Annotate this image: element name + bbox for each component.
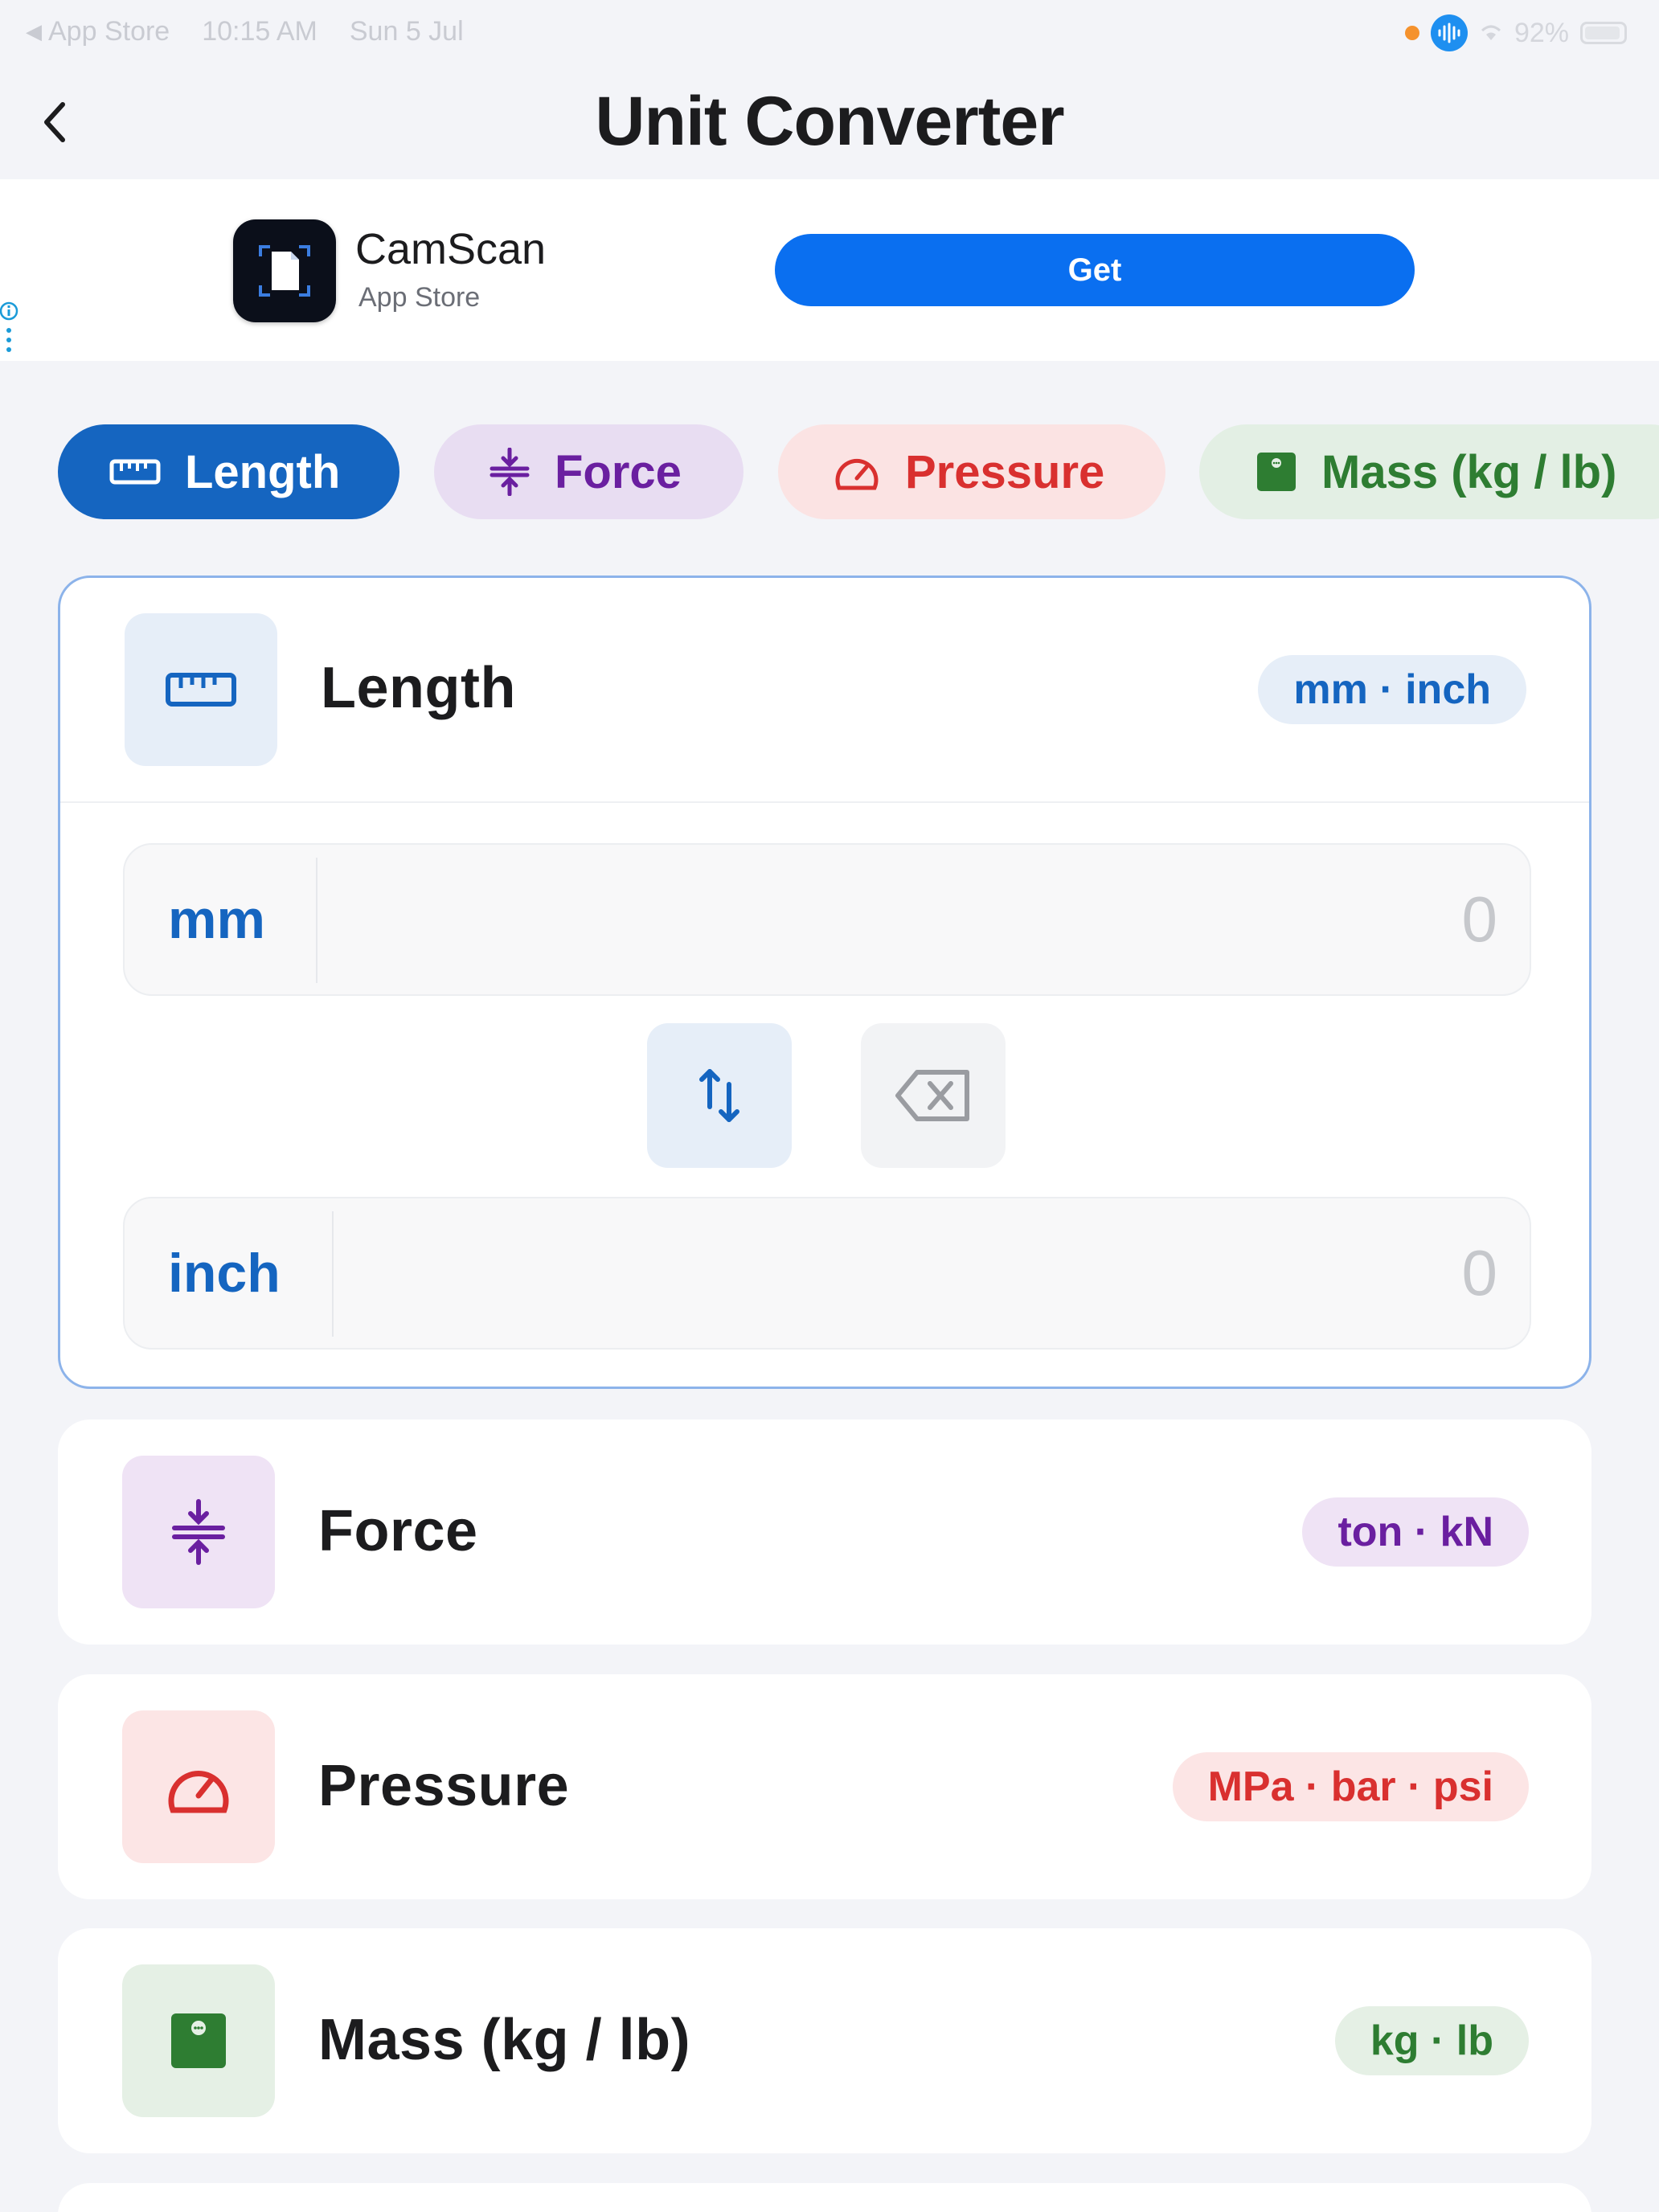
mass-card[interactable]: Mass (kg / lb) kg · lb <box>58 1928 1591 2153</box>
length-units-tag: mm · inch <box>1258 655 1526 724</box>
status-time: 10:15 AM <box>202 16 317 47</box>
inch-input[interactable] <box>372 1198 1497 1348</box>
chip-force-label: Force <box>555 445 682 498</box>
chip-length-label: Length <box>185 445 341 498</box>
ad-app-name[interactable]: CamScan <box>355 224 546 274</box>
wifi-icon <box>1479 18 1503 49</box>
backspace-icon <box>895 1070 969 1121</box>
status-left: ◀ App Store 10:15 AM Sun 5 Jul <box>26 16 464 47</box>
clear-button[interactable] <box>861 1023 1006 1168</box>
pressure-card-title: Pressure <box>318 1754 570 1818</box>
ad-banner[interactable]: CamScan App Store Get <box>0 179 1659 361</box>
gauge-icon <box>833 451 881 493</box>
mm-label: mm <box>168 889 265 950</box>
status-bar: ◀ App Store 10:15 AM Sun 5 Jul 92% <box>0 0 1659 64</box>
chip-length[interactable]: Length <box>58 424 399 519</box>
chip-mass[interactable]: Mass (kg / lb) <box>1199 424 1659 519</box>
camscan-app-icon[interactable] <box>233 219 336 322</box>
chip-pressure-label: Pressure <box>905 445 1105 498</box>
next-card-partial[interactable] <box>58 2183 1591 2212</box>
length-card: Length mm · inch mm inch <box>58 576 1591 1389</box>
pressure-card[interactable]: Pressure MPa · bar · psi <box>58 1674 1591 1899</box>
force-card[interactable]: Force ton · kN <box>58 1419 1591 1645</box>
inch-label: inch <box>168 1243 281 1304</box>
mass-tile-icon <box>122 1964 275 2117</box>
force-tile-icon <box>122 1456 275 1608</box>
swap-units-button[interactable] <box>647 1023 792 1168</box>
mm-input[interactable] <box>372 845 1497 994</box>
chip-pressure[interactable]: Pressure <box>778 424 1165 519</box>
inch-field[interactable]: inch <box>123 1197 1531 1350</box>
chip-mass-label: Mass (kg / lb) <box>1321 445 1617 498</box>
length-card-title: Length <box>321 656 516 720</box>
length-card-header[interactable]: Length mm · inch <box>60 578 1589 803</box>
card-divider <box>60 801 1589 803</box>
length-tile-icon <box>125 613 277 766</box>
compress-icon <box>489 448 530 496</box>
field-separator <box>316 858 317 983</box>
pressure-units-tag: MPa · bar · psi <box>1172 1752 1529 1821</box>
status-date: Sun 5 Jul <box>349 16 464 47</box>
ruler-icon <box>109 457 161 486</box>
audio-waveform-icon <box>1430 14 1468 51</box>
mic-in-use-indicator <box>1404 26 1419 40</box>
battery-percent: 92% <box>1514 17 1569 48</box>
ad-info-icon[interactable] <box>0 300 21 358</box>
field-separator <box>332 1211 334 1337</box>
get-button[interactable]: Get <box>775 234 1415 306</box>
pressure-tile-icon <box>122 1710 275 1863</box>
page-title: Unit Converter <box>595 83 1064 160</box>
mass-units-tag: kg · lb <box>1334 2006 1529 2075</box>
chip-force[interactable]: Force <box>434 424 743 519</box>
swap-arrows-icon <box>699 1069 739 1122</box>
back-to-app-label[interactable]: App Store <box>48 16 170 47</box>
ad-app-source: App Store <box>358 282 481 313</box>
category-chips: Length Force Pressure Mass (kg / lb) <box>0 424 1659 521</box>
status-right: 92% <box>1404 14 1627 51</box>
navigation-bar: Unit Converter <box>0 64 1659 179</box>
force-units-tag: ton · kN <box>1302 1497 1529 1567</box>
back-to-app-icon[interactable]: ◀ <box>26 19 42 44</box>
scale-icon <box>1256 451 1297 493</box>
mm-field[interactable]: mm <box>123 843 1531 996</box>
force-card-title: Force <box>318 1499 478 1563</box>
mass-card-title: Mass (kg / lb) <box>318 2008 691 2072</box>
battery-icon <box>1580 22 1627 44</box>
